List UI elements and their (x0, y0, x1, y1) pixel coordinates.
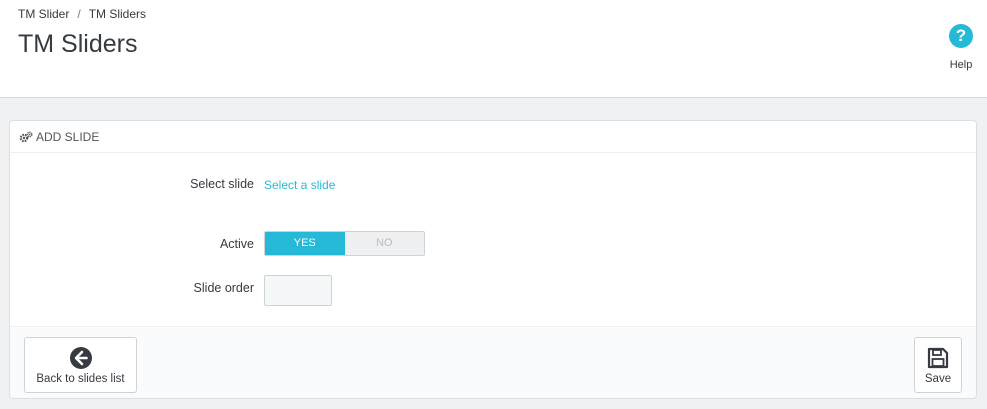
breadcrumb-separator: / (77, 7, 81, 21)
help-button[interactable]: ? Help (942, 24, 980, 71)
arrow-circle-left-icon (69, 347, 92, 369)
save-button-label: Save (924, 373, 952, 385)
slide-order-input[interactable] (264, 275, 332, 306)
breadcrumb: TM Slider / TM Sliders (18, 7, 146, 21)
panel-title: ADD SLIDE (36, 130, 100, 144)
floppy-disk-icon (927, 347, 949, 369)
question-circle-icon: ? (949, 24, 973, 48)
save-button[interactable]: Save (914, 337, 962, 393)
active-no-option[interactable]: NO (344, 232, 424, 255)
back-to-slides-button[interactable]: Back to slides list (24, 337, 137, 393)
select-slide-link[interactable]: Select a slide (264, 178, 335, 192)
back-button-label: Back to slides list (36, 373, 125, 385)
help-label: Help (949, 59, 973, 71)
breadcrumb-item-module[interactable]: TM Slider (18, 7, 69, 21)
slide-order-label: Slide order (193, 281, 254, 295)
active-yes-option[interactable]: YES (265, 232, 345, 255)
panel-footer: Back to slides list Save (10, 326, 976, 398)
panel-heading: ADD SLIDE (10, 121, 976, 153)
select-slide-label: Select slide (190, 177, 254, 191)
breadcrumb-item-current[interactable]: TM Sliders (89, 7, 146, 21)
page-title: TM Sliders (18, 30, 138, 58)
active-switch[interactable]: YES NO (264, 231, 425, 256)
cogs-icon (19, 131, 33, 146)
page-header: TM Slider / TM Sliders TM Sliders ? Help (0, 0, 987, 98)
active-label: Active (219, 237, 254, 251)
add-slide-panel: ADD SLIDE Select slide Select a slide Ac… (9, 120, 977, 399)
